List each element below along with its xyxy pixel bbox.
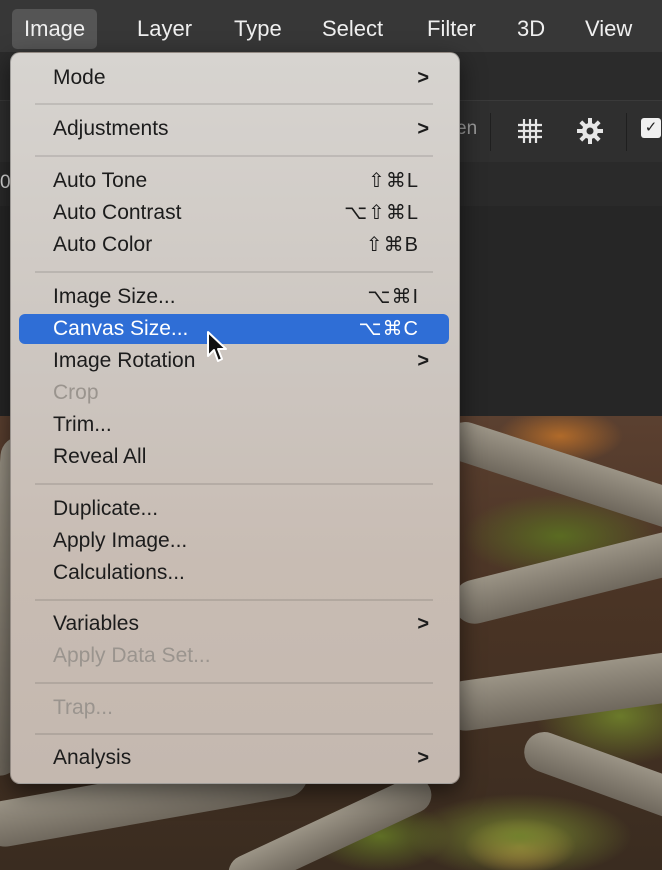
menu-item-label: Auto Contrast bbox=[53, 201, 182, 224]
check-icon[interactable]: ✓ bbox=[641, 118, 661, 138]
menu-item-label: Reveal All bbox=[53, 445, 147, 468]
menu-item-label: Canvas Size... bbox=[53, 317, 189, 340]
menu-divider bbox=[35, 599, 433, 601]
submenu-arrow-icon: > bbox=[417, 613, 429, 635]
menu-item-duplicate[interactable]: Duplicate... bbox=[19, 494, 449, 524]
menu-item-variables[interactable]: Variables > bbox=[19, 609, 449, 639]
menu-item-mode[interactable]: Mode > bbox=[19, 63, 449, 93]
menu-item-analysis[interactable]: Analysis > bbox=[19, 743, 449, 773]
menu-item-label: Duplicate... bbox=[53, 497, 159, 520]
menu-item-trap: Trap... bbox=[19, 693, 449, 723]
menu-item-shortcut: ⌥⌘C bbox=[358, 318, 419, 340]
photo-root bbox=[518, 726, 662, 826]
image-menu: Mode > Adjustments > Auto Tone ⇧⌘L Auto … bbox=[10, 52, 460, 784]
menu-divider bbox=[35, 682, 433, 684]
menu-item-auto-tone[interactable]: Auto Tone ⇧⌘L bbox=[19, 166, 449, 196]
menu-item-label: Image Size... bbox=[53, 285, 176, 308]
gear-icon[interactable] bbox=[574, 115, 606, 152]
submenu-arrow-icon: > bbox=[417, 350, 429, 372]
menu-item-label: Image Rotation bbox=[53, 349, 196, 372]
photo-root bbox=[448, 527, 662, 629]
menubar-type[interactable]: Type bbox=[222, 9, 294, 49]
submenu-arrow-icon: > bbox=[417, 118, 429, 140]
menubar-view[interactable]: View bbox=[573, 9, 644, 49]
menubar: Image Layer Type Select Filter 3D View bbox=[0, 0, 662, 53]
menu-item-crop: Crop bbox=[19, 378, 449, 408]
menu-item-label: Trim... bbox=[53, 413, 112, 436]
menubar-image[interactable]: Image bbox=[12, 9, 98, 49]
menubar-3d[interactable]: 3D bbox=[505, 9, 557, 49]
options-separator bbox=[490, 113, 491, 151]
options-separator bbox=[626, 113, 627, 151]
menu-divider bbox=[35, 733, 433, 735]
menubar-filter[interactable]: Filter bbox=[415, 9, 488, 49]
menu-item-label: Auto Tone bbox=[53, 169, 148, 192]
menu-item-label: Apply Data Set... bbox=[53, 644, 211, 667]
submenu-arrow-icon: > bbox=[417, 747, 429, 769]
menu-item-image-rotation[interactable]: Image Rotation > bbox=[19, 346, 449, 376]
menu-item-calculations[interactable]: Calculations... bbox=[19, 558, 449, 588]
menu-item-label: Adjustments bbox=[53, 117, 169, 140]
menu-item-label: Analysis bbox=[53, 746, 132, 769]
menu-item-label: Apply Image... bbox=[53, 529, 188, 552]
menubar-select[interactable]: Select bbox=[310, 9, 395, 49]
menu-item-canvas-size[interactable]: Canvas Size... ⌥⌘C bbox=[19, 314, 449, 344]
menu-divider bbox=[35, 483, 433, 485]
menu-item-shortcut: ⌥⇧⌘L bbox=[344, 202, 419, 224]
menu-item-auto-color[interactable]: Auto Color ⇧⌘B bbox=[19, 230, 449, 260]
menu-item-label: Mode bbox=[53, 66, 106, 89]
menu-item-trim[interactable]: Trim... bbox=[19, 410, 449, 440]
menubar-layer[interactable]: Layer bbox=[125, 9, 204, 49]
menu-item-label: Calculations... bbox=[53, 561, 185, 584]
menu-item-label: Auto Color bbox=[53, 233, 153, 256]
menu-item-shortcut: ⇧⌘B bbox=[365, 234, 419, 256]
menu-item-label: Trap... bbox=[53, 696, 113, 719]
menu-item-apply-image[interactable]: Apply Image... bbox=[19, 526, 449, 556]
menu-item-apply-data-set: Apply Data Set... bbox=[19, 641, 449, 671]
menu-item-shortcut: ⌥⌘I bbox=[367, 286, 419, 308]
menu-divider bbox=[35, 271, 433, 273]
menu-item-shortcut: ⇧⌘L bbox=[368, 170, 419, 192]
menu-divider bbox=[35, 155, 433, 157]
grid-icon[interactable] bbox=[514, 115, 546, 152]
menu-item-image-size[interactable]: Image Size... ⌥⌘I bbox=[19, 282, 449, 312]
menu-divider bbox=[35, 103, 433, 105]
menu-item-auto-contrast[interactable]: Auto Contrast ⌥⇧⌘L bbox=[19, 198, 449, 228]
photo-root bbox=[437, 648, 662, 734]
photo-root bbox=[440, 416, 662, 536]
submenu-arrow-icon: > bbox=[417, 67, 429, 89]
menu-item-adjustments[interactable]: Adjustments > bbox=[19, 114, 449, 144]
menu-item-label: Variables bbox=[53, 612, 139, 635]
tab-partial-label: 0 bbox=[0, 172, 11, 193]
menu-item-reveal-all[interactable]: Reveal All bbox=[19, 442, 449, 472]
menu-item-label: Crop bbox=[53, 381, 99, 404]
mouse-cursor-icon bbox=[206, 330, 230, 369]
